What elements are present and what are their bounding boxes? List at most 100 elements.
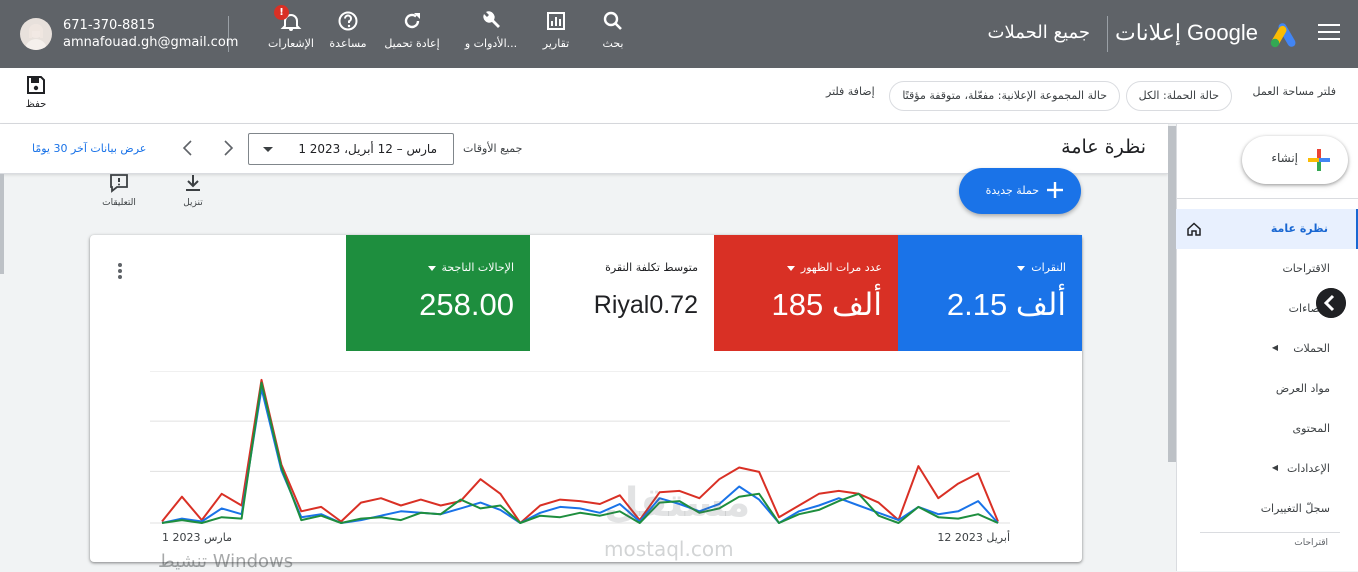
metric-value: 185 ألف [771, 287, 883, 322]
dropdown-arrow-icon [786, 265, 795, 271]
date-range-picker[interactable]: 1 مارس – 12 أبريل، 2023 [248, 133, 454, 165]
collapse-nav-icon[interactable] [1316, 288, 1346, 318]
workspace-filter[interactable]: فلتر مساحة العمل [1253, 85, 1336, 98]
page-title: نظرة عامة [1061, 136, 1146, 158]
caret-left-icon: ◀ [1271, 463, 1278, 472]
campaign-status-filter[interactable]: حالة الحملة: الكل [1125, 81, 1232, 111]
sidebar-item-settings[interactable]: الإعدادات ◀ [1176, 449, 1358, 489]
user-email: amnafouad.gh@gmail.com [63, 35, 239, 50]
sidebar-item-content[interactable]: المحتوى [1176, 409, 1358, 449]
top-bar: إعلانات Google جميع الحملات بحث تقارير ا… [0, 0, 1358, 68]
comments-label: التعليقات [102, 198, 136, 208]
metric-label: الإحالات الناجحة [427, 261, 514, 274]
menu-icon[interactable] [1318, 24, 1340, 42]
help-icon [338, 11, 358, 31]
sidebar-item-label: سجلّ التغييرات [1260, 502, 1330, 515]
metric-avg-cpc[interactable]: متوسط تكلفة النقرة Riyal0.72 [530, 235, 714, 351]
x-axis-start-label: 1 مارس 2023 [162, 531, 232, 544]
save-icon [27, 76, 45, 94]
metric-label: متوسط تكلفة النقرة [605, 261, 698, 274]
metric-clicks[interactable]: النقرات 2.15 ألف [898, 235, 1082, 351]
performance-card: النقرات 2.15 ألف عدد مرات الظهور 185 ألف… [90, 235, 1082, 562]
notifications-button[interactable]: الإشعارات [256, 10, 326, 50]
metric-label: النقرات [1017, 261, 1066, 274]
sidebar-item-campaigns[interactable]: الحملات ◀ [1176, 329, 1358, 369]
date-preset-label: جميع الأوقات [463, 142, 523, 155]
product-brand: إعلانات Google [1115, 20, 1258, 45]
metric-value: Riyal0.72 [593, 291, 698, 319]
new-campaign-button[interactable]: حملة جديدة [959, 168, 1081, 214]
metric-value: 258.00 [419, 287, 514, 322]
sidebar-item-label: نظرة عامة [1270, 222, 1328, 235]
refresh-button[interactable]: إعادة تحميل [377, 10, 447, 50]
divider [1176, 198, 1358, 199]
refresh-label: إعادة تحميل [384, 37, 440, 50]
notifications-label: الإشعارات [268, 37, 314, 50]
help-label: مساعدة [329, 37, 367, 50]
windows-activation-overlay: تنشيط Windows [158, 551, 294, 572]
series-line-0 [161, 378, 999, 524]
search-label: بحث [602, 37, 624, 50]
reports-button[interactable]: تقارير [521, 10, 591, 50]
tools-label: الأدوات و... [464, 37, 518, 50]
chevron-right-icon[interactable] [218, 138, 238, 158]
chevron-left-icon[interactable] [178, 138, 198, 158]
divider [1107, 16, 1108, 52]
create-label: إنشاء [1271, 151, 1298, 165]
sidebar-item-change-history[interactable]: سجلّ التغييرات [1176, 489, 1358, 529]
scrollbar[interactable] [0, 174, 4, 274]
save-button[interactable]: حفظ [24, 74, 48, 110]
plus-icon [1308, 149, 1330, 171]
watermark-logo: مستقل [604, 480, 751, 526]
watermark-url: mostaql.com [604, 537, 734, 561]
tools-button[interactable]: الأدوات و... [454, 10, 528, 50]
create-button[interactable]: إنشاء [1242, 136, 1348, 184]
page-header: نظرة عامة جميع الأوقات 1 مارس – 12 أبريل… [0, 124, 1168, 174]
account-title[interactable]: جميع الحملات [988, 22, 1090, 43]
divider [1200, 532, 1340, 533]
x-axis-end-label: 12 أبريل 2023 [937, 531, 1010, 544]
wrench-icon [483, 11, 500, 28]
scrollbar[interactable] [1168, 126, 1176, 462]
metric-conversions[interactable]: الإحالات الناجحة 258.00 [346, 235, 530, 351]
metric-impressions[interactable]: عدد مرات الظهور 185 ألف [714, 235, 898, 351]
dropdown-arrow-icon [263, 147, 273, 152]
refresh-icon [404, 13, 420, 29]
add-filter-button[interactable]: إضافة فلتر [826, 85, 875, 98]
sidebar-item-label: الإعدادات [1286, 462, 1330, 475]
series-line-1 [161, 387, 999, 524]
notification-badge: ! [274, 5, 289, 20]
date-range-value: 1 مارس – 12 أبريل، 2023 [298, 142, 437, 156]
performance-chart [150, 371, 1010, 524]
sidebar-section-heading: اقتراحات [1294, 538, 1328, 548]
adgroup-status-filter[interactable]: حالة المجموعة الإعلانية: مفعّلة، متوقفة … [889, 81, 1120, 111]
sidebar-item-label: الاقتراحات [1282, 262, 1330, 275]
sidebar-item-assets[interactable]: مواد العرض [1176, 369, 1358, 409]
sidebar-item-recommendations[interactable]: الاقتراحات [1176, 249, 1358, 289]
more-options-icon[interactable] [118, 263, 124, 281]
save-label: حفظ [25, 99, 47, 110]
reports-label: تقارير [542, 37, 570, 50]
customer-id: 671-370-8815 [63, 18, 156, 33]
home-icon [1187, 222, 1201, 236]
sidebar-item-label: المحتوى [1292, 422, 1330, 435]
left-navigation: إنشاء نظرة عامة الاقتراحات إحصاءات الحمل… [1176, 124, 1358, 571]
comments-button[interactable]: التعليقات [94, 172, 144, 208]
caret-left-icon: ◀ [1271, 343, 1278, 352]
avatar[interactable] [20, 18, 52, 50]
google-ads-logo [1270, 23, 1296, 48]
new-campaign-label: حملة جديدة [985, 184, 1039, 197]
download-button[interactable]: تنزيل [168, 172, 218, 208]
plus-icon [1047, 182, 1063, 198]
metric-value: 2.15 ألف [946, 287, 1066, 322]
sidebar-item-label: الحملات [1293, 342, 1330, 355]
download-icon [186, 175, 200, 191]
dropdown-arrow-icon [1017, 265, 1026, 271]
dropdown-arrow-icon [427, 265, 436, 271]
metric-label: عدد مرات الظهور [786, 261, 882, 274]
search-icon [603, 11, 622, 30]
feedback-icon [110, 174, 128, 193]
bar-chart-icon [547, 12, 565, 30]
show-last-30-days-link[interactable]: عرض بيانات آخر 30 يومًا [32, 142, 146, 155]
sidebar-item-overview[interactable]: نظرة عامة [1176, 209, 1358, 249]
